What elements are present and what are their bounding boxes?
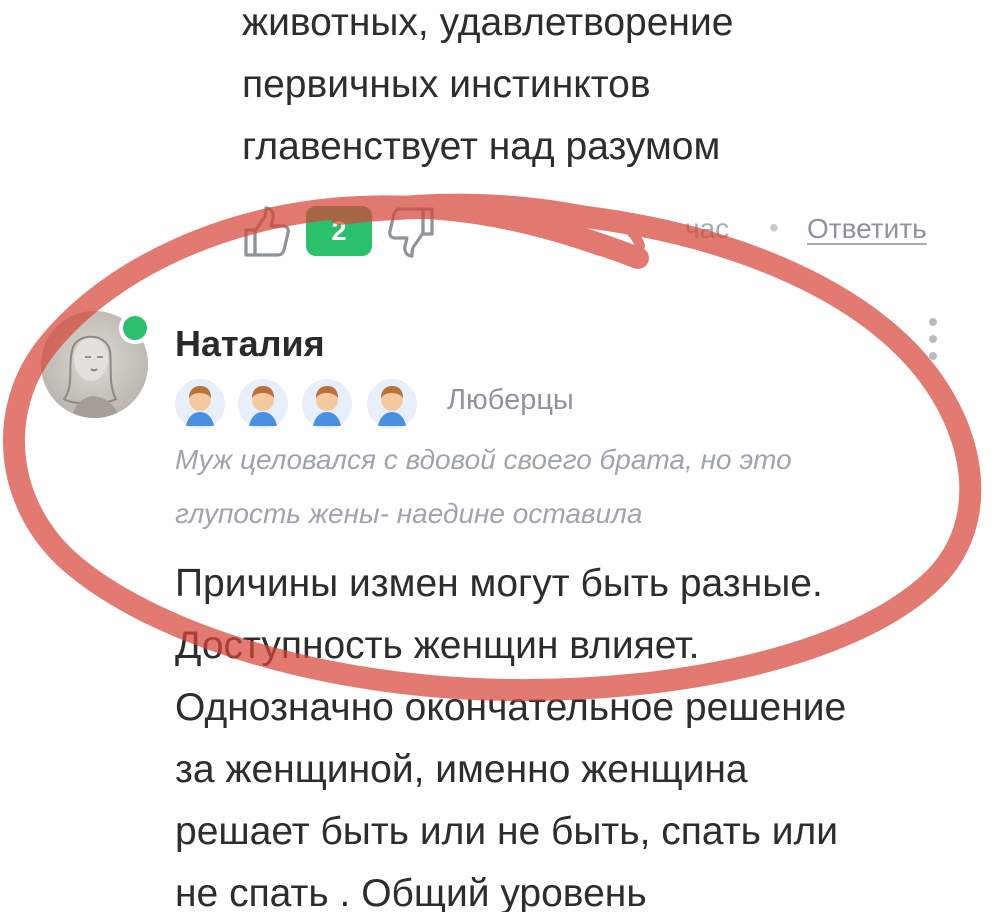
comment-line: Доступность женщин влияет. [175, 624, 700, 667]
user-status: Муж целовался с вдовой своего брата, но … [175, 433, 965, 541]
separator-dot: • [769, 212, 779, 243]
comment-line: Однозначно окончательное решение [175, 686, 847, 729]
more-options-icon[interactable] [919, 314, 947, 364]
score-badge: 2 [306, 206, 372, 256]
user-badge-icon [302, 379, 352, 429]
user-badge-icon [367, 379, 417, 429]
comment-body: Причины измен могут быть разные. Доступн… [175, 553, 975, 912]
comment-time: час [685, 213, 730, 244]
status-line: Муж целовался с вдовой своего брата, но … [175, 444, 792, 475]
comment-line: решает быть или не быть, спать или [175, 810, 839, 853]
thumbs-down-icon[interactable] [386, 204, 436, 260]
reply-link[interactable]: Ответить [807, 213, 927, 245]
previous-comment-line: главенствует над разумом [242, 125, 721, 168]
previous-comment-actions: 2 час • Ответить [242, 200, 962, 264]
comments-screen: животных, удавлетворение первичных инсти… [0, 0, 1000, 912]
online-status-dot [119, 312, 151, 344]
thumbs-up-icon[interactable] [242, 204, 292, 260]
user-badge-icon [175, 379, 225, 429]
comment-line: Причины измен могут быть разные. [175, 562, 823, 605]
previous-comment-line: животных, удавлетворение [242, 1, 734, 44]
user-badge-icon [238, 379, 288, 429]
previous-comment-text: животных, удавлетворение первичных инсти… [242, 0, 962, 178]
user-city: Люберцы [447, 384, 574, 416]
status-line: глупость жены- наедине оставила [175, 498, 643, 529]
previous-comment-line: первичных инстинктов [242, 63, 651, 106]
author-name[interactable]: Наталия [175, 323, 325, 365]
comment-line: за женщиной, именно женщина [175, 748, 748, 791]
comment-line: не спать . Общий уровень [175, 872, 647, 912]
